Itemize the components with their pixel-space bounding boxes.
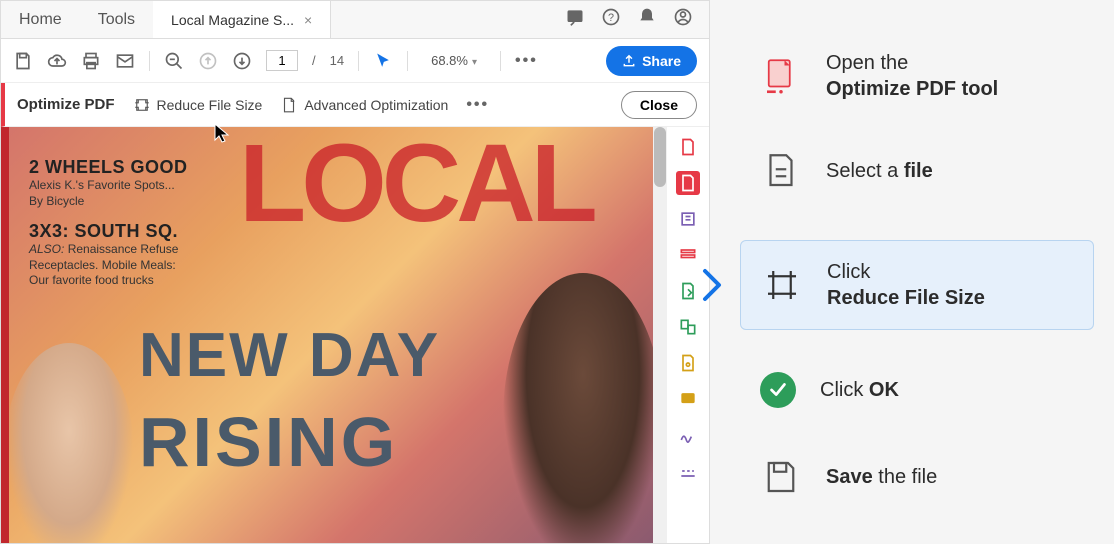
optimize-pdf-title: Optimize PDF [17, 96, 115, 113]
bell-icon[interactable] [637, 7, 657, 32]
step-5: Save the file [760, 456, 1094, 498]
protect-icon[interactable] [676, 351, 700, 375]
step-1-text: Open theOptimize PDF tool [826, 50, 998, 102]
advanced-optimization-label: Advanced Optimization [304, 97, 448, 113]
subheadline-2: ALSO: Renaissance RefuseReceptacles. Mob… [29, 242, 229, 289]
separator [149, 51, 150, 71]
print-icon[interactable] [81, 51, 101, 71]
reduce-file-size-button[interactable]: Reduce File Size [133, 96, 263, 114]
profile-icon[interactable] [673, 7, 693, 32]
zoom-out-icon[interactable] [164, 51, 184, 71]
page-number-input[interactable] [266, 50, 298, 71]
save-icon[interactable] [13, 51, 33, 71]
page-total: 14 [330, 53, 344, 68]
optimize-pdf-tool-icon[interactable] [676, 171, 700, 195]
cover-subtitle-2: RISING [139, 402, 398, 482]
tab-bar: Home Tools Local Magazine S... × ? [1, 1, 709, 39]
cover-photo-right [503, 273, 653, 543]
vertical-scrollbar[interactable] [653, 127, 667, 543]
optimize-more-icon[interactable]: ••• [466, 96, 489, 114]
redact-icon[interactable] [676, 459, 700, 483]
export-pdf-icon[interactable] [676, 279, 700, 303]
magazine-title: LOCAL [239, 137, 593, 231]
tab-home[interactable]: Home [1, 1, 80, 38]
cover-photo-left [4, 343, 134, 543]
tab-close-icon[interactable]: × [304, 12, 312, 28]
reduce-size-icon [133, 96, 151, 114]
page-separator: / [312, 53, 316, 68]
zoom-dropdown[interactable]: 68.8%▾ [422, 49, 486, 72]
chat-icon[interactable] [565, 7, 585, 32]
step-4-text: Click OK [820, 377, 899, 403]
comment-icon[interactable] [676, 387, 700, 411]
optimize-bar: Optimize PDF Reduce File Size Advanced O… [1, 83, 709, 127]
subheadline-1: Alexis K.'s Favorite Spots...By Bicycle [29, 178, 229, 209]
select-file-icon [760, 150, 802, 192]
instructions-panel: Open theOptimize PDF tool Select a file [710, 0, 1114, 544]
document-area: 2 WHEELS GOOD Alexis K.'s Favorite Spots… [1, 127, 709, 543]
current-step-arrow-icon [699, 265, 727, 305]
arrow-down-circle-icon[interactable] [232, 51, 252, 71]
separator [407, 51, 408, 71]
cloud-upload-icon[interactable] [47, 51, 67, 71]
create-pdf-icon[interactable] [676, 135, 700, 159]
advanced-optimization-button[interactable]: Advanced Optimization [280, 96, 448, 114]
svg-text:?: ? [608, 12, 614, 24]
tab-tools[interactable]: Tools [80, 1, 153, 38]
reduce-file-size-label: Reduce File Size [157, 97, 263, 113]
selection-arrow-icon[interactable] [373, 51, 393, 71]
help-icon[interactable]: ? [601, 7, 621, 32]
more-tools-icon[interactable]: ••• [515, 52, 538, 70]
separator [500, 51, 501, 71]
magazine-cover[interactable]: 2 WHEELS GOOD Alexis K.'s Favorite Spots… [1, 127, 653, 543]
close-button[interactable]: Close [621, 91, 697, 119]
headline-2: 3X3: SOUTH SQ. [29, 221, 229, 242]
step-2-text: Select a file [826, 158, 933, 184]
main-toolbar: / 14 68.8%▾ ••• Share [1, 39, 709, 83]
share-label: Share [642, 53, 681, 69]
step-1: Open theOptimize PDF tool [760, 50, 1094, 102]
step-2: Select a file [760, 150, 1094, 192]
cover-subtitle-1: NEW DAY [139, 327, 440, 386]
sign-icon[interactable] [676, 423, 700, 447]
headline-1: 2 WHEELS GOOD [29, 157, 229, 178]
side-tools-panel [667, 127, 709, 543]
reduce-file-size-icon [761, 264, 803, 306]
step-3-text: ClickReduce File Size [827, 259, 985, 311]
email-icon[interactable] [115, 51, 135, 71]
tab-document[interactable]: Local Magazine S... × [153, 1, 331, 38]
step-3-highlighted: ClickReduce File Size [740, 240, 1094, 330]
step-5-text: Save the file [826, 464, 937, 490]
checkmark-icon [760, 372, 796, 408]
organize-icon[interactable] [676, 243, 700, 267]
chevron-down-icon: ▾ [472, 57, 477, 68]
combine-icon[interactable] [676, 315, 700, 339]
arrow-up-circle-icon[interactable] [198, 51, 218, 71]
step-4: Click OK [760, 372, 1094, 408]
cover-headlines: 2 WHEELS GOOD Alexis K.'s Favorite Spots… [29, 157, 229, 301]
document-icon [280, 96, 298, 114]
open-tool-icon [760, 55, 802, 97]
save-file-icon [760, 456, 802, 498]
separator [358, 51, 359, 71]
share-upload-icon [622, 54, 636, 68]
edit-pdf-icon[interactable] [676, 207, 700, 231]
share-button[interactable]: Share [606, 46, 697, 76]
scroll-thumb[interactable] [654, 127, 666, 187]
tab-document-label: Local Magazine S... [171, 12, 294, 28]
acrobat-window: Home Tools Local Magazine S... × ? [0, 0, 710, 544]
